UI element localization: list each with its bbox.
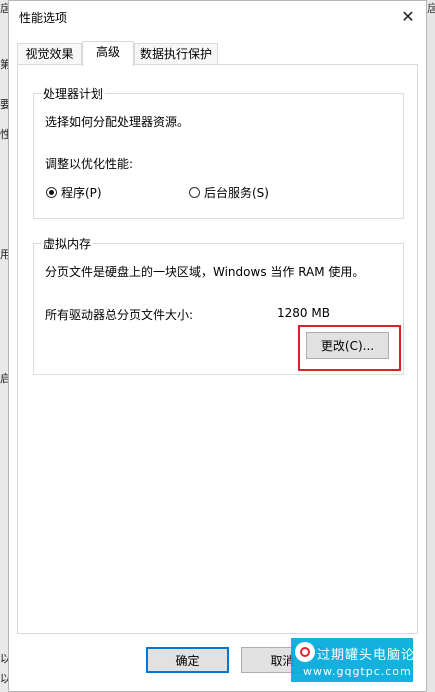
radio-label: 后台服务(S) (204, 186, 269, 200)
dialog-title: 性能选项 (19, 11, 68, 25)
watermark-title: 过期罐头电脑论坛 (317, 648, 413, 663)
group-title: 虚拟内存 (41, 235, 94, 252)
radio-background-services[interactable]: 后台服务(S) (189, 184, 269, 201)
highlight-box (298, 325, 401, 371)
forum-watermark: 过期罐头电脑论坛 www.gqgtpc.com (291, 638, 413, 682)
tab-advanced[interactable]: 高级 (82, 41, 134, 66)
radio-label: 程序(P) (61, 186, 102, 200)
tab-visual-effects[interactable]: 视觉效果 (17, 43, 82, 64)
tab-panel-advanced: 处理器计划 选择如何分配处理器资源。 调整以优化性能: 程序(P) 后台服务(S… (17, 64, 418, 634)
processor-scheduling-group: 处理器计划 选择如何分配处理器资源。 调整以优化性能: 程序(P) 后台服务(S… (33, 85, 404, 219)
close-icon: ✕ (401, 6, 415, 26)
performance-options-dialog: 性能选项 ✕ 视觉效果 高级 数据执行保护 处理器计划 选择如何分配处理器资源。… (8, 0, 427, 692)
radio-selected-icon (46, 187, 57, 198)
radio-programs[interactable]: 程序(P) (46, 184, 102, 201)
background-window-right (427, 0, 435, 692)
radio-unselected-icon (189, 187, 200, 198)
paging-file-description: 分页文件是硬盘上的一块区域，Windows 当作 RAM 使用。 (45, 265, 365, 279)
total-paging-file-value: 1280 MB (277, 306, 330, 320)
bg-fragment: 扂 (427, 2, 435, 15)
forum-logo-icon (295, 642, 315, 662)
group-title: 处理器计划 (41, 85, 106, 102)
close-button[interactable]: ✕ (394, 3, 422, 29)
title-bar[interactable]: 性能选项 ✕ (9, 1, 426, 33)
total-paging-file-label: 所有驱动器总分页文件大小: (45, 308, 194, 322)
ok-button[interactable]: 确定 (146, 647, 229, 673)
tab-data-execution-prevention[interactable]: 数据执行保护 (134, 43, 218, 64)
virtual-memory-group: 虚拟内存 分页文件是硬盘上的一块区域，Windows 当作 RAM 使用。 所有… (33, 235, 404, 375)
watermark-url: www.gqgtpc.com (303, 665, 412, 678)
adjust-for-label: 调整以优化性能: (45, 157, 134, 171)
processor-description: 选择如何分配处理器资源。 (45, 115, 190, 129)
